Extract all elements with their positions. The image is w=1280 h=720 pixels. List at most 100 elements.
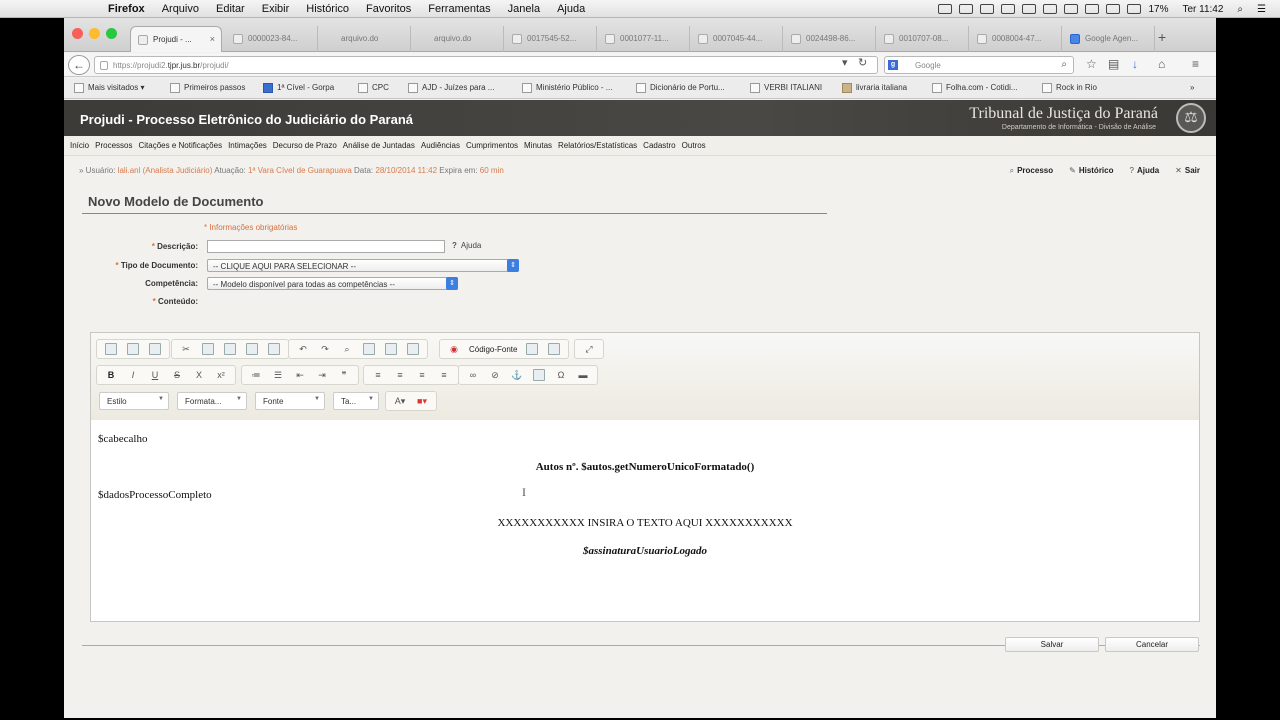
bell-icon[interactable] (959, 4, 974, 14)
underline-icon[interactable]: U (149, 369, 161, 381)
editor-content[interactable]: $cabecalho Autos nº. $autos.getNumeroUni… (91, 421, 1199, 621)
numbered-list-icon[interactable]: ≔ (250, 369, 262, 381)
find-icon[interactable]: ⌕ (341, 343, 353, 355)
dropbox-icon[interactable] (1043, 4, 1058, 14)
italic-icon[interactable]: I (127, 369, 139, 381)
menu-editar[interactable]: Editar (216, 3, 245, 15)
align-right-icon[interactable]: ≡ (416, 369, 428, 381)
close-tab-icon[interactable]: × (210, 34, 215, 44)
link-processo[interactable]: ⌕ Processo (1010, 166, 1054, 176)
menu-ferramentas[interactable]: Ferramentas (428, 3, 490, 15)
menu-historico[interactable]: Histórico (306, 3, 349, 15)
tab-4[interactable]: arquivo.do (412, 26, 504, 52)
bluetooth-icon[interactable] (1085, 4, 1100, 14)
bookmark-ajd[interactable]: AJD - Juízes para ... (408, 83, 494, 93)
paste-text-icon[interactable] (246, 343, 258, 355)
paste-word-icon[interactable] (268, 343, 280, 355)
descricao-input[interactable] (207, 240, 445, 253)
close-window-icon[interactable] (72, 28, 83, 39)
zoom-window-icon[interactable] (106, 28, 117, 39)
bulleted-list-icon[interactable]: ☰ (272, 369, 284, 381)
spellcheck-icon[interactable] (407, 343, 419, 355)
battery-percent[interactable]: 17% (1148, 4, 1168, 15)
bookmark-dicionario[interactable]: Dicionário de Portu... (636, 83, 725, 93)
menu-decurso-prazo[interactable]: Decurso de Prazo (273, 141, 337, 150)
volume-icon[interactable] (1127, 4, 1142, 14)
special-char-icon[interactable]: Ω (555, 369, 567, 381)
cut-icon[interactable]: ✂ (180, 343, 192, 355)
tab-9[interactable]: 0010707-08... (877, 26, 969, 52)
notifications-icon[interactable]: ☰ (1257, 4, 1266, 15)
new-tab-button[interactable]: + (1158, 29, 1166, 45)
table-icon[interactable] (533, 369, 545, 381)
cancel-button[interactable]: Cancelar (1105, 637, 1199, 652)
menu-analise-juntadas[interactable]: Análise de Juntadas (343, 141, 415, 150)
tab-11[interactable]: Google Agen... (1063, 26, 1155, 52)
tab-6[interactable]: 0001077-11... (598, 26, 690, 52)
tab-2[interactable]: 0000023-84... (226, 26, 318, 52)
menu-intimacoes[interactable]: Intimações (228, 141, 267, 150)
menu-citacoes[interactable]: Citações e Notificações (138, 141, 222, 150)
sync-icon[interactable] (1022, 4, 1037, 14)
tab-7[interactable]: 0007045-44... (691, 26, 783, 52)
format-combo[interactable]: Formata... ▼ (177, 392, 247, 410)
subscript-icon[interactable]: X (193, 369, 205, 381)
outdent-icon[interactable]: ⇤ (294, 369, 306, 381)
menu-inicio[interactable]: Início (70, 141, 89, 150)
search-icon[interactable]: ⌕ (1061, 59, 1067, 70)
star-icon[interactable]: ☆ (1086, 57, 1097, 71)
tab-projudi[interactable]: Projudi - ... × (130, 26, 222, 52)
horizontal-rule-icon[interactable]: ▬ (577, 369, 589, 381)
menu-firefox[interactable]: Firefox (108, 3, 145, 15)
bookmarks-overflow-icon[interactable]: » (1190, 83, 1194, 92)
showblocks-icon[interactable] (548, 343, 561, 355)
bookmark-cpc[interactable]: CPC (358, 83, 389, 93)
app-icon[interactable] (1001, 4, 1016, 14)
undo-icon[interactable]: ↶ (297, 343, 309, 355)
bookmark-civel-gorpa[interactable]: 1ª Cível - Gorpa (263, 83, 334, 93)
strike-icon[interactable]: S (171, 369, 183, 381)
link-historico[interactable]: ✎ Histórico (1069, 166, 1113, 176)
save-icon[interactable] (127, 343, 139, 355)
templates-icon[interactable] (526, 343, 539, 355)
save-button[interactable]: Salvar (1005, 637, 1099, 652)
link-ajuda[interactable]: ? Ajuda (1129, 166, 1159, 176)
competencia-select[interactable]: -- Modelo disponível para todas as compe… (207, 277, 458, 290)
time-machine-icon[interactable] (1064, 4, 1079, 14)
anchor-icon[interactable]: ⚓ (511, 369, 523, 381)
align-center-icon[interactable]: ≡ (394, 369, 406, 381)
source-button[interactable]: Código-Fonte (469, 345, 517, 354)
bookmark-folha[interactable]: Folha.com - Cotidi... (932, 83, 1018, 93)
menu-favoritos[interactable]: Favoritos (366, 3, 411, 15)
bookmark-ministerio-publico[interactable]: Ministério Público - ... (522, 83, 612, 93)
size-combo[interactable]: Ta... ▼ (333, 392, 379, 410)
menu-exibir[interactable]: Exibir (262, 3, 290, 15)
spotlight-icon[interactable]: ⌕ (1237, 4, 1243, 15)
dropdown-arrow-icon[interactable]: ▾ (842, 56, 848, 69)
gmail-icon[interactable] (980, 4, 995, 14)
tab-3[interactable]: arquivo.do (319, 26, 411, 52)
menu-outros[interactable]: Outros (682, 141, 706, 150)
unlink-icon[interactable]: ⊘ (489, 369, 501, 381)
search-box[interactable]: g Google ⌕ (884, 56, 1074, 74)
download-icon[interactable]: ↓ (1132, 57, 1138, 71)
redo-icon[interactable]: ↷ (319, 343, 331, 355)
paste-icon[interactable] (224, 343, 236, 355)
camera-icon[interactable] (938, 4, 953, 14)
clock[interactable]: Ter 11:42 (1182, 4, 1223, 15)
bookmark-list-icon[interactable]: ▤ (1108, 57, 1119, 71)
bookmark-verbi-italiani[interactable]: VERBI ITALIANI (750, 83, 822, 93)
bold-icon[interactable]: B (105, 369, 117, 381)
bookmark-primeiros-passos[interactable]: Primeiros passos (170, 83, 245, 93)
tipo-documento-select[interactable]: -- CLIQUE AQUI PARA SELECIONAR -- ⇕ (207, 259, 519, 272)
reload-icon[interactable]: ↻ (858, 56, 867, 69)
copy-icon[interactable] (202, 343, 214, 355)
menu-minutas[interactable]: Minutas (524, 141, 552, 150)
justify-icon[interactable]: ≡ (438, 369, 450, 381)
select-all-icon[interactable] (385, 343, 397, 355)
bookmark-rock-in-rio[interactable]: Rock in Rio (1042, 83, 1097, 93)
menu-cadastro[interactable]: Cadastro (643, 141, 675, 150)
menu-relatorios[interactable]: Relatórios/Estatísticas (558, 141, 637, 150)
new-page-icon[interactable] (105, 343, 117, 355)
url-bar[interactable]: https://projudi2.tjpr.jus.br/projudi/ (94, 56, 878, 74)
